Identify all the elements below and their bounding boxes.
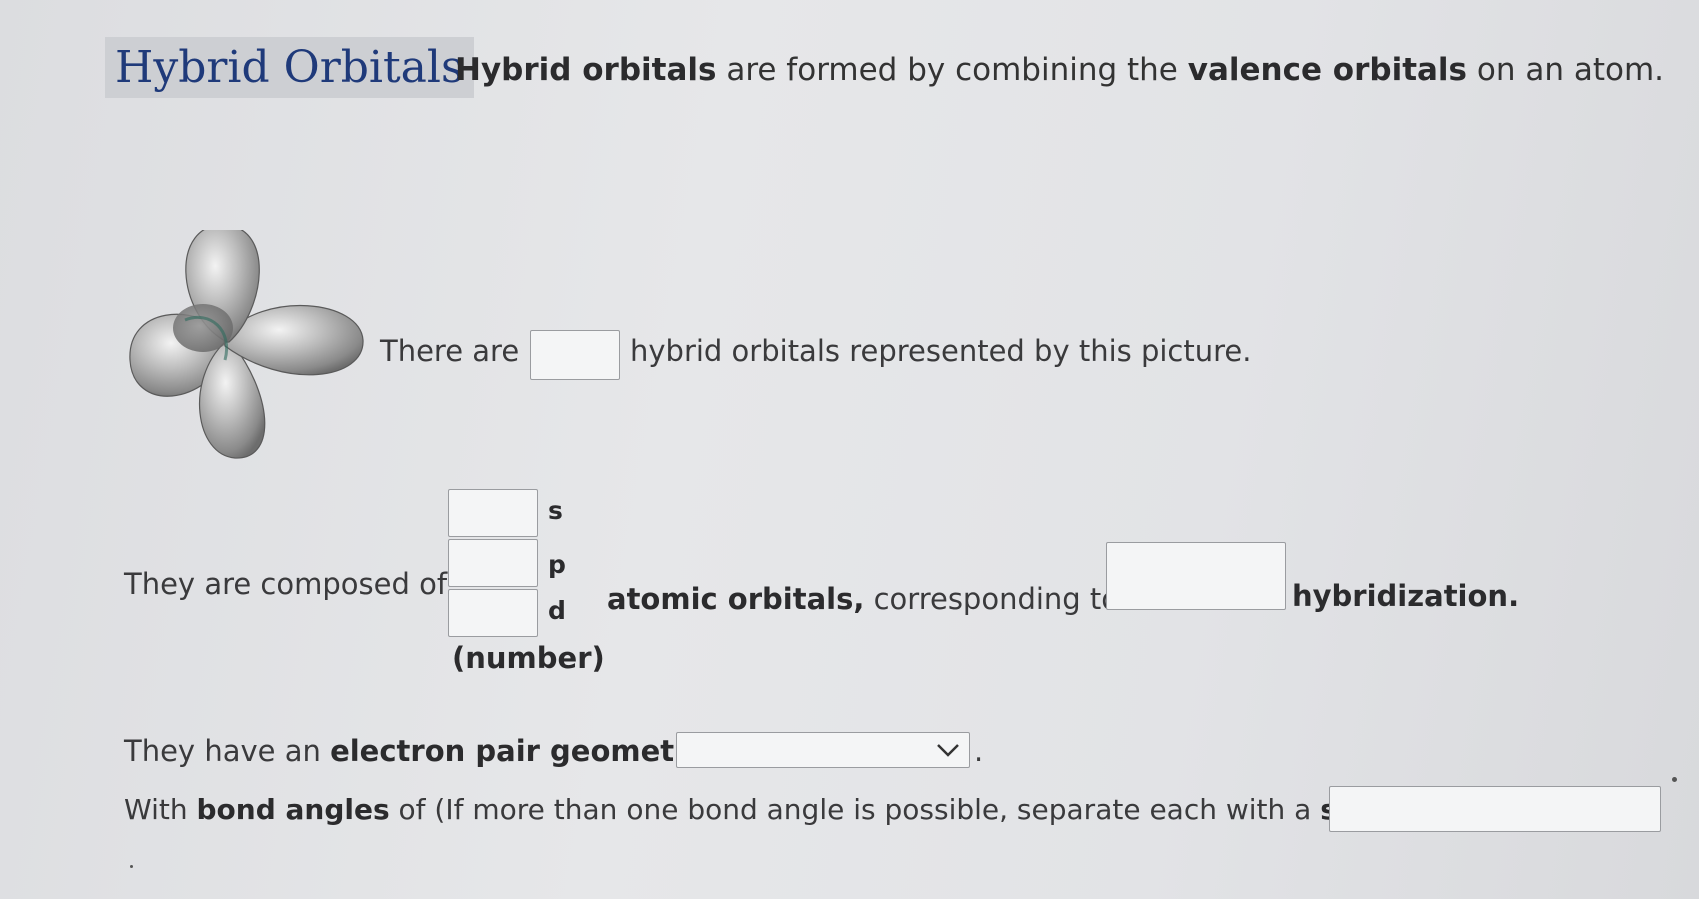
electron-pair-geometry-select[interactable]	[676, 732, 970, 768]
intro-text-1: are formed by combining the	[716, 52, 1188, 88]
p-orbital-count-input[interactable]	[448, 539, 538, 587]
question2-prefix: They are composed of	[124, 567, 448, 601]
s-orbital-count-input[interactable]	[448, 489, 538, 537]
d-orbital-count-input[interactable]	[448, 589, 538, 637]
p-label: p	[548, 550, 566, 579]
question4-text-1: With	[124, 793, 197, 826]
title-box: Hybrid Orbitals	[105, 37, 474, 98]
question3-text: They have an electron pair geometry of	[124, 734, 750, 768]
page-title: Hybrid Orbitals	[115, 42, 464, 93]
question4-text: With bond angles of (If more than one bo…	[124, 793, 1431, 826]
intro-text: Hybrid orbitals are formed by combining …	[455, 52, 1664, 88]
question2-middle: atomic orbitals, corresponding to	[607, 582, 1119, 616]
question3-period: .	[974, 734, 984, 768]
question3-prefix: They have an	[124, 734, 331, 768]
question1-suffix: hybrid orbitals represented by this pict…	[630, 334, 1252, 368]
corresponding-to-text: corresponding to	[864, 582, 1120, 616]
decorative-dot	[1672, 777, 1677, 782]
atomic-orbitals-bold: atomic orbitals,	[607, 582, 865, 616]
bond-angles-bold: bond angles	[196, 793, 390, 826]
d-label: d	[548, 596, 566, 625]
hybridization-label: hybridization.	[1292, 579, 1520, 613]
bond-angles-input[interactable]	[1329, 786, 1661, 832]
hybrid-orbital-count-input[interactable]	[530, 330, 620, 380]
intro-text-2: on an atom.	[1467, 52, 1665, 88]
question4-text-2: of (If more than one bond angle is possi…	[389, 793, 1321, 826]
hybridization-input[interactable]	[1106, 542, 1286, 610]
question1-prefix: There are	[380, 334, 520, 368]
number-label: (number)	[452, 641, 605, 675]
s-label: s	[548, 496, 563, 525]
decorative-dot-small	[130, 865, 133, 868]
intro-bold-hybrid: Hybrid orbitals	[455, 52, 717, 88]
tetrahedral-hybrid-orbitals-image	[125, 224, 385, 484]
intro-bold-valence: valence orbitals	[1187, 52, 1468, 88]
chevron-down-icon	[937, 744, 959, 757]
